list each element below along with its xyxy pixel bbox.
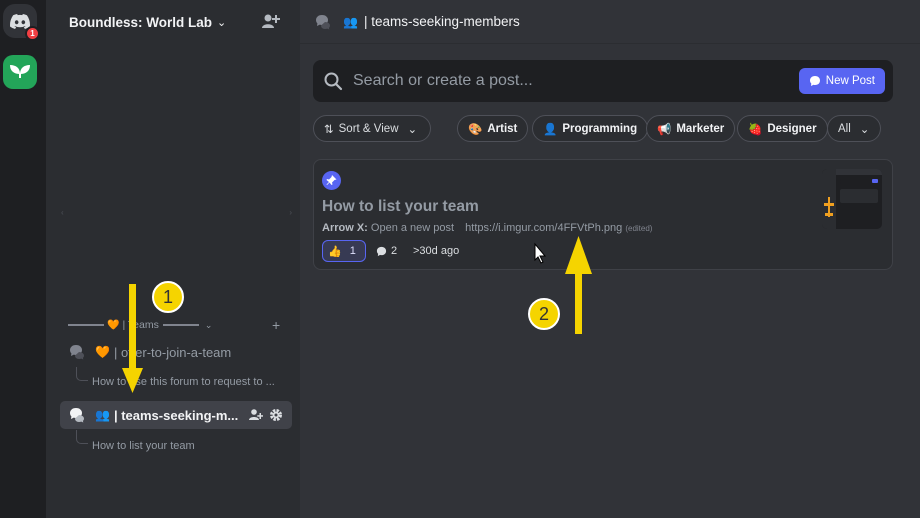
step-marker-2: 2: [528, 298, 560, 330]
tag-emoji: 🍓: [748, 123, 763, 136]
server-rail: 1: [0, 0, 46, 518]
sort-and-view-dropdown[interactable]: ⇅ Sort & View ⌄: [313, 115, 431, 142]
channel-offer-to-join-a-team[interactable]: 🧡 | offer-to-join-a-team: [60, 338, 292, 366]
tag-emoji: 🎨: [468, 123, 483, 136]
chat-bubble-icon: [809, 76, 820, 86]
channel-emoji: 🧡: [95, 345, 110, 359]
post-author: Arrow X:: [322, 222, 368, 234]
chevron-down-icon: ⌄: [407, 123, 418, 136]
tag-programming[interactable]: 👤 Programming: [532, 115, 649, 142]
channel-header: 👥 | teams-seeking-members: [300, 0, 920, 44]
forum-main: 👥 | teams-seeking-members Search or crea…: [300, 0, 920, 518]
post-title: How to list your team: [322, 198, 479, 215]
tag-marketer[interactable]: 📢 Marketer: [646, 115, 736, 142]
forum-search-bar[interactable]: Search or create a post... New Post: [313, 60, 893, 102]
channel-sidebar: Boundless: World Lab ⌄ ‹ › 🧡 | Teams ⌄ +…: [46, 0, 300, 518]
tag-label: Designer: [767, 122, 817, 135]
tag-label: Artist: [487, 122, 518, 135]
guild-header[interactable]: Boundless: World Lab ⌄: [46, 0, 300, 44]
chevron-down-icon: ⌄: [217, 16, 227, 29]
gear-icon[interactable]: [269, 408, 283, 422]
thread-spine: [76, 430, 88, 444]
reaction-thumbs-up[interactable]: 👍 1: [322, 240, 366, 262]
new-post-button[interactable]: New Post: [798, 68, 885, 94]
step-marker-1: 1: [152, 281, 184, 313]
channel-title: | teams-seeking-members: [363, 14, 520, 29]
chevron-down-icon: ⌄: [859, 123, 870, 136]
invite-people-icon[interactable]: [262, 13, 280, 29]
channel-teams-seeking-members[interactable]: 👥 | teams-seeking-m...: [60, 401, 292, 429]
scroll-edge-marker: ›: [289, 208, 292, 217]
message-count-value: 2: [391, 245, 398, 257]
notification-badge: 1: [25, 26, 40, 41]
edited-tag: (edited): [625, 224, 653, 233]
post-time: >30d ago: [413, 245, 460, 257]
thread-spine: [76, 367, 88, 381]
scroll-edge-marker: ‹: [61, 208, 64, 217]
channel-name: | teams-seeking-m...: [113, 407, 239, 423]
thread-item-how-to-list-your-team[interactable]: How to list your team: [92, 440, 300, 452]
tag-artist[interactable]: 🎨 Artist: [457, 115, 529, 142]
category-teams[interactable]: 🧡 | Teams ⌄: [68, 318, 288, 332]
category-divider: [68, 324, 104, 326]
category-divider: [162, 324, 199, 326]
tag-emoji: 📢: [657, 123, 672, 136]
screenshot-thumbnail-icon: [822, 169, 882, 229]
category-emoji: 🧡: [107, 319, 120, 331]
message-count: 2: [376, 245, 397, 257]
channel-tools: [249, 408, 283, 422]
post-preview: Arrow X: Open a new post https://i.imgur…: [322, 222, 652, 234]
search-input[interactable]: Search or create a post...: [353, 72, 533, 90]
thumbs-up-icon: 👍: [328, 245, 342, 258]
forum-channel-icon: [316, 14, 330, 29]
channel-name: | offer-to-join-a-team: [113, 344, 232, 360]
sort-icon: ⇅: [324, 123, 334, 136]
tag-emoji: 👤: [543, 123, 558, 136]
post-thumbnail[interactable]: [822, 169, 882, 229]
all-tags-label: All: [838, 122, 851, 135]
channel-emoji: 👥: [95, 408, 110, 422]
forum-channel-icon: [70, 345, 84, 360]
sort-label: Sort & View: [338, 122, 399, 135]
add-channel-icon[interactable]: +: [272, 317, 280, 333]
sprout-icon: [10, 65, 30, 78]
search-icon: [324, 72, 343, 91]
chevron-down-icon: ⌄: [204, 319, 213, 330]
tag-designer[interactable]: 🍓 Designer: [737, 115, 828, 142]
category-label: | Teams: [122, 319, 159, 331]
post-preview-text: Open a new post: [370, 222, 455, 234]
discord-logo-icon: [10, 13, 30, 29]
guild-name: Boundless: World Lab: [69, 14, 213, 30]
new-post-label: New Post: [825, 75, 875, 87]
tag-label: Programming: [562, 122, 638, 135]
people-emoji-icon: 👥: [343, 14, 358, 29]
pin-icon: [322, 171, 341, 190]
all-tags-dropdown[interactable]: All ⌄: [827, 115, 881, 142]
thread-item-how-to-use-forum[interactable]: How to use this forum to request to ...: [92, 376, 300, 388]
server-icon-world-lab[interactable]: [3, 55, 37, 89]
message-bubble-icon: [376, 246, 387, 256]
tag-label: Marketer: [676, 122, 725, 135]
post-link[interactable]: https://i.imgur.com/4FFVtPh.png: [465, 222, 622, 234]
create-invite-icon[interactable]: [249, 408, 263, 422]
reaction-count: 1: [349, 245, 356, 257]
forum-channel-icon: [70, 408, 84, 423]
discord-home-button[interactable]: 1: [3, 4, 40, 41]
post-card[interactable]: How to list your team Arrow X: Open a ne…: [313, 159, 893, 270]
